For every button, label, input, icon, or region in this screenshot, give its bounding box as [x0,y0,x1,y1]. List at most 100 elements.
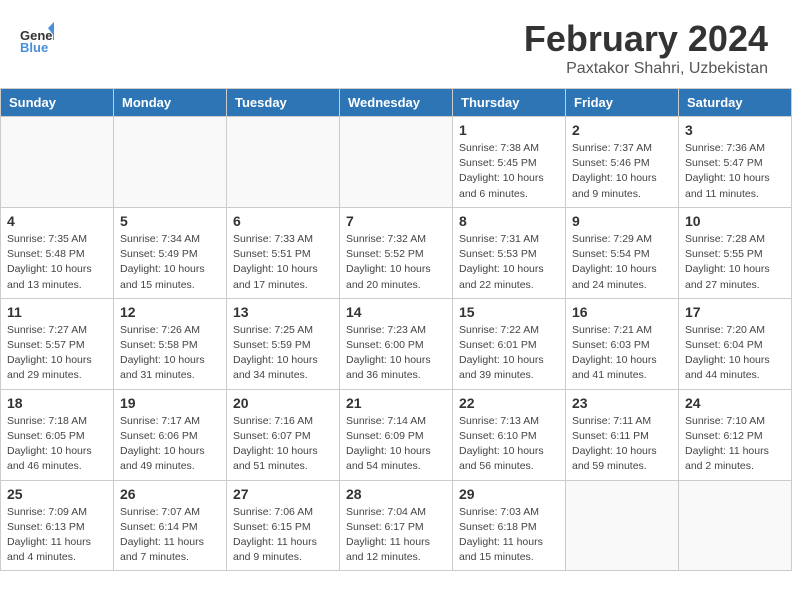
day-number: 1 [459,122,559,138]
day-info: Sunrise: 7:23 AMSunset: 6:00 PMDaylight:… [346,323,446,384]
calendar-day-cell: 21 Sunrise: 7:14 AMSunset: 6:09 PMDayligh… [340,389,453,480]
calendar-day-cell: 16 Sunrise: 7:21 AMSunset: 6:03 PMDayligh… [566,298,679,389]
day-info: Sunrise: 7:09 AMSunset: 6:13 PMDaylight:… [7,505,107,566]
day-info: Sunrise: 7:36 AMSunset: 5:47 PMDaylight:… [685,141,785,202]
calendar-day-cell: 19 Sunrise: 7:17 AMSunset: 6:06 PMDayligh… [114,389,227,480]
calendar-day-cell [679,480,792,571]
day-info: Sunrise: 7:03 AMSunset: 6:18 PMDaylight:… [459,505,559,566]
day-number: 4 [7,213,107,229]
calendar-day-cell: 4 Sunrise: 7:35 AMSunset: 5:48 PMDaylight… [1,207,114,298]
day-info: Sunrise: 7:27 AMSunset: 5:57 PMDaylight:… [7,323,107,384]
svg-text:Blue: Blue [20,40,48,54]
day-number: 17 [685,304,785,320]
calendar-day-cell: 28 Sunrise: 7:04 AMSunset: 6:17 PMDayligh… [340,480,453,571]
day-info: Sunrise: 7:28 AMSunset: 5:55 PMDaylight:… [685,232,785,293]
day-number: 6 [233,213,333,229]
calendar-day-cell: 7 Sunrise: 7:32 AMSunset: 5:52 PMDaylight… [340,207,453,298]
calendar-day-cell [1,117,114,208]
day-number: 12 [120,304,220,320]
calendar-day-cell: 14 Sunrise: 7:23 AMSunset: 6:00 PMDayligh… [340,298,453,389]
calendar-day-cell: 22 Sunrise: 7:13 AMSunset: 6:10 PMDayligh… [453,389,566,480]
day-info: Sunrise: 7:34 AMSunset: 5:49 PMDaylight:… [120,232,220,293]
calendar-day-cell: 18 Sunrise: 7:18 AMSunset: 6:05 PMDayligh… [1,389,114,480]
day-number: 18 [7,395,107,411]
day-number: 15 [459,304,559,320]
calendar-day-cell: 23 Sunrise: 7:11 AMSunset: 6:11 PMDayligh… [566,389,679,480]
calendar-day-cell: 6 Sunrise: 7:33 AMSunset: 5:51 PMDaylight… [227,207,340,298]
day-number: 25 [7,486,107,502]
title-block: February 2024 Paxtakor Shahri, Uzbekista… [524,18,768,78]
calendar-day-cell: 1Sunrise: 7:38 AMSunset: 5:45 PMDaylight… [453,117,566,208]
day-number: 11 [7,304,107,320]
day-number: 26 [120,486,220,502]
calendar-day-cell: 12Sunrise: 7:26 AMSunset: 5:58 PMDayligh… [114,298,227,389]
day-info: Sunrise: 7:35 AMSunset: 5:48 PMDaylight:… [7,232,107,293]
day-number: 9 [572,213,672,229]
day-info: Sunrise: 7:29 AMSunset: 5:54 PMDaylight:… [572,232,672,293]
weekday-header-cell: Thursday [453,89,566,117]
day-number: 22 [459,395,559,411]
calendar-day-cell: 25 Sunrise: 7:09 AMSunset: 6:13 PMDayligh… [1,480,114,571]
calendar-day-cell: 10 Sunrise: 7:28 AMSunset: 5:55 PMDayligh… [679,207,792,298]
location-subtitle: Paxtakor Shahri, Uzbekistan [524,60,768,78]
calendar-week-row: 11 Sunrise: 7:27 AMSunset: 5:57 PMDayligh… [1,298,792,389]
page-header: General Blue February 2024 Paxtakor Shah… [0,0,792,88]
day-info: Sunrise: 7:11 AMSunset: 6:11 PMDaylight:… [572,414,672,475]
calendar-day-cell [340,117,453,208]
calendar-day-cell [566,480,679,571]
calendar-day-cell: 27Sunrise: 7:06 AMSunset: 6:15 PMDayligh… [227,480,340,571]
calendar-day-cell: 9 Sunrise: 7:29 AMSunset: 5:54 PMDaylight… [566,207,679,298]
calendar-day-cell: 11 Sunrise: 7:27 AMSunset: 5:57 PMDayligh… [1,298,114,389]
calendar-day-cell: 8 Sunrise: 7:31 AMSunset: 5:53 PMDaylight… [453,207,566,298]
day-info: Sunrise: 7:22 AMSunset: 6:01 PMDaylight:… [459,323,559,384]
day-number: 19 [120,395,220,411]
calendar-day-cell: 3 Sunrise: 7:36 AMSunset: 5:47 PMDaylight… [679,117,792,208]
weekday-header-cell: Saturday [679,89,792,117]
day-number: 10 [685,213,785,229]
day-info: Sunrise: 7:16 AMSunset: 6:07 PMDaylight:… [233,414,333,475]
calendar-week-row: 1Sunrise: 7:38 AMSunset: 5:45 PMDaylight… [1,117,792,208]
day-number: 8 [459,213,559,229]
day-number: 7 [346,213,446,229]
day-number: 14 [346,304,446,320]
day-number: 23 [572,395,672,411]
calendar-week-row: 25 Sunrise: 7:09 AMSunset: 6:13 PMDayligh… [1,480,792,571]
day-number: 21 [346,395,446,411]
day-info: Sunrise: 7:17 AMSunset: 6:06 PMDaylight:… [120,414,220,475]
calendar-week-row: 4 Sunrise: 7:35 AMSunset: 5:48 PMDaylight… [1,207,792,298]
day-info: Sunrise: 7:20 AMSunset: 6:04 PMDaylight:… [685,323,785,384]
day-number: 29 [459,486,559,502]
calendar-day-cell [227,117,340,208]
day-info: Sunrise: 7:25 AMSunset: 5:59 PMDaylight:… [233,323,333,384]
day-number: 16 [572,304,672,320]
day-info: Sunrise: 7:31 AMSunset: 5:53 PMDaylight:… [459,232,559,293]
calendar-day-cell: 20Sunrise: 7:16 AMSunset: 6:07 PMDayligh… [227,389,340,480]
day-info: Sunrise: 7:32 AMSunset: 5:52 PMDaylight:… [346,232,446,293]
calendar-day-cell [114,117,227,208]
day-info: Sunrise: 7:10 AMSunset: 6:12 PMDaylight:… [685,414,785,475]
weekday-header-cell: Friday [566,89,679,117]
calendar-week-row: 18 Sunrise: 7:18 AMSunset: 6:05 PMDayligh… [1,389,792,480]
day-info: Sunrise: 7:13 AMSunset: 6:10 PMDaylight:… [459,414,559,475]
weekday-header-cell: Monday [114,89,227,117]
month-title: February 2024 [524,18,768,60]
logo-icon: General Blue [18,18,54,54]
weekday-header-cell: Wednesday [340,89,453,117]
weekday-header-row: SundayMondayTuesdayWednesdayThursdayFrid… [1,89,792,117]
day-number: 3 [685,122,785,138]
day-info: Sunrise: 7:33 AMSunset: 5:51 PMDaylight:… [233,232,333,293]
calendar-day-cell: 2Sunrise: 7:37 AMSunset: 5:46 PMDaylight… [566,117,679,208]
day-number: 5 [120,213,220,229]
day-info: Sunrise: 7:04 AMSunset: 6:17 PMDaylight:… [346,505,446,566]
day-number: 13 [233,304,333,320]
day-info: Sunrise: 7:21 AMSunset: 6:03 PMDaylight:… [572,323,672,384]
day-info: Sunrise: 7:14 AMSunset: 6:09 PMDaylight:… [346,414,446,475]
calendar-day-cell: 15 Sunrise: 7:22 AMSunset: 6:01 PMDayligh… [453,298,566,389]
logo: General Blue [18,18,60,54]
calendar-day-cell: 24Sunrise: 7:10 AMSunset: 6:12 PMDayligh… [679,389,792,480]
calendar-day-cell: 29 Sunrise: 7:03 AMSunset: 6:18 PMDayligh… [453,480,566,571]
day-info: Sunrise: 7:18 AMSunset: 6:05 PMDaylight:… [7,414,107,475]
day-number: 28 [346,486,446,502]
day-info: Sunrise: 7:07 AMSunset: 6:14 PMDaylight:… [120,505,220,566]
calendar-day-cell: 17 Sunrise: 7:20 AMSunset: 6:04 PMDayligh… [679,298,792,389]
